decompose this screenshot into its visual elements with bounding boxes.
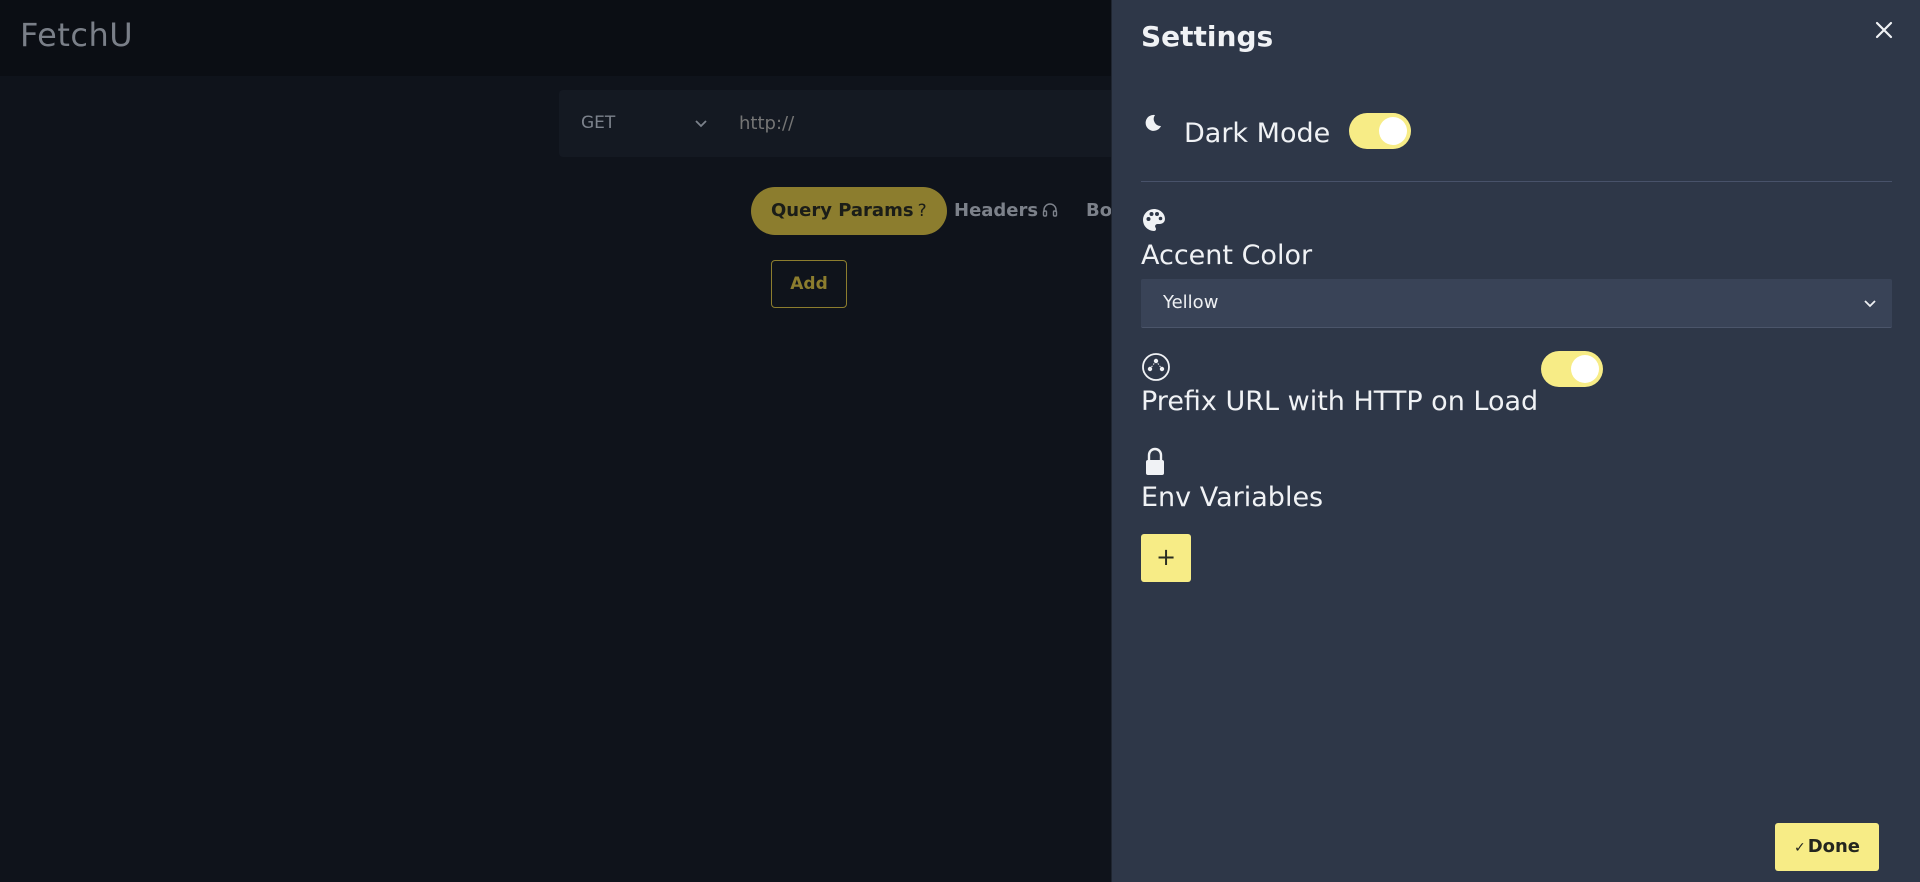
- prefix-url-toggle[interactable]: [1541, 351, 1603, 387]
- tab-headers[interactable]: Headers: [954, 187, 1058, 235]
- dark-mode-toggle[interactable]: [1349, 113, 1411, 149]
- tab-label: Headers: [954, 200, 1039, 221]
- settings-drawer: Settings Dark Mode Accent Color Yellow P…: [1111, 0, 1920, 882]
- env-variables-label: Env Variables: [1141, 482, 1324, 513]
- drawer-title: Settings: [1141, 20, 1274, 53]
- check-icon: ✓: [1793, 840, 1806, 856]
- divider: [1141, 181, 1892, 182]
- request-bar: GET: [559, 90, 1179, 157]
- done-label: Done: [1807, 836, 1861, 857]
- url-input[interactable]: [739, 104, 1159, 142]
- tab-query-params[interactable]: Query Params?: [751, 187, 947, 235]
- prefix-url-label: Prefix URL with HTTP on Load: [1141, 386, 1539, 417]
- toggle-knob: [1379, 117, 1407, 145]
- question-icon: ?: [917, 201, 927, 221]
- close-icon[interactable]: [1872, 18, 1896, 42]
- accent-color-value: Yellow: [1163, 292, 1219, 313]
- tab-label: Query Params: [771, 200, 914, 221]
- add-param-button[interactable]: Add: [771, 260, 847, 308]
- method-select[interactable]: GET: [581, 90, 615, 157]
- toggle-knob: [1571, 355, 1599, 383]
- app-title: FetchU: [20, 16, 134, 54]
- accent-color-select[interactable]: Yellow: [1141, 279, 1892, 328]
- chevron-down-icon[interactable]: [693, 115, 709, 131]
- palette-icon: [1143, 209, 1165, 231]
- moon-icon: [1145, 114, 1161, 131]
- network-icon: [1142, 353, 1170, 381]
- add-env-variable-button[interactable]: +: [1141, 534, 1191, 582]
- done-button[interactable]: ✓ Done: [1775, 823, 1879, 871]
- headphones-icon: [1042, 201, 1058, 221]
- lock-icon: [1146, 447, 1164, 475]
- accent-color-label: Accent Color: [1141, 240, 1313, 271]
- chevron-down-icon: [1864, 300, 1876, 308]
- tab-body[interactable]: Bo: [1086, 187, 1112, 235]
- dark-mode-label: Dark Mode: [1184, 118, 1331, 149]
